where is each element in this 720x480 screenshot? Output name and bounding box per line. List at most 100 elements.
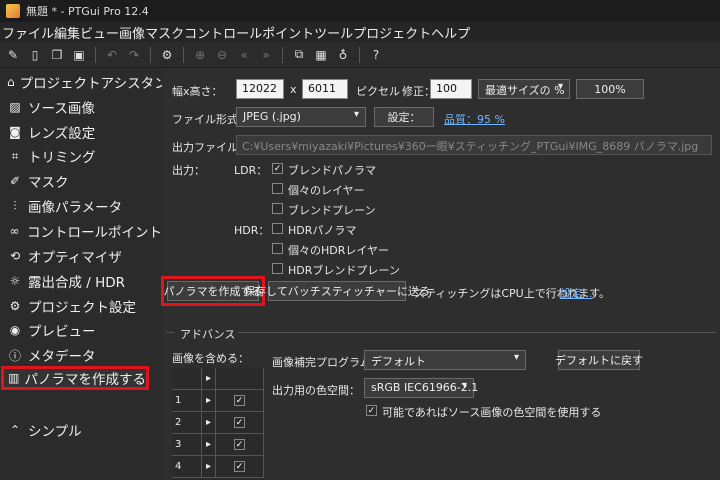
size-label: 幅x高さ： bbox=[172, 85, 223, 98]
sidebar-item-project-assistant[interactable]: ⌂ プロジェクトアシスタント bbox=[0, 70, 181, 94]
menu-view[interactable]: ビュー bbox=[80, 23, 119, 42]
sidebar-item-exposure-hdr[interactable]: ☼ 露出合成 / HDR bbox=[0, 269, 162, 293]
sidebar-item-project-settings[interactable]: ⚙ プロジェクト設定 bbox=[0, 294, 162, 318]
copy-icon[interactable]: ❐ bbox=[48, 46, 66, 64]
advanced-title: アドバンス bbox=[180, 328, 236, 341]
table-row-check[interactable]: ✓ bbox=[216, 434, 264, 456]
ldr-layers-checkbox[interactable] bbox=[272, 183, 283, 194]
rewind-icon[interactable]: « bbox=[235, 46, 253, 64]
hdr-layers-label: 個々のHDRレイヤー bbox=[288, 244, 390, 257]
hdr-blend-planes-checkbox[interactable] bbox=[272, 263, 283, 274]
menu-image[interactable]: 画像 bbox=[119, 23, 145, 42]
bulb-icon[interactable]: ♁ bbox=[334, 46, 352, 64]
redo-icon[interactable]: ↷ bbox=[125, 46, 143, 64]
new-project-icon[interactable]: ✎ bbox=[4, 46, 22, 64]
batch-stitcher-button[interactable]: 保存してバッチスティッチャーに送る bbox=[244, 281, 430, 301]
save-icon[interactable]: ▣ bbox=[70, 46, 88, 64]
toolbar-separator bbox=[282, 46, 283, 63]
colorspace-select[interactable]: sRGB IEC61966-2.1 ▾ bbox=[364, 378, 478, 398]
sidebar-item-control-points[interactable]: ∞ コントロールポイント bbox=[0, 219, 163, 243]
interpolator-select[interactable]: デフォルト ▾ bbox=[364, 350, 526, 370]
include-image-3-checkbox[interactable]: ✓ bbox=[234, 439, 245, 450]
sidebar-item-preview[interactable]: ◉ プレビュー bbox=[0, 318, 162, 342]
open-project-icon[interactable]: ▯ bbox=[26, 46, 44, 64]
modify-input[interactable]: 100 bbox=[430, 79, 472, 99]
sidebar-simple-toggle[interactable]: ⌃ シンプル bbox=[0, 418, 162, 442]
menu-edit[interactable]: 編集 bbox=[54, 23, 80, 42]
image-icon: ▨ bbox=[9, 100, 21, 114]
use-source-colorspace-checkbox[interactable]: ✓ bbox=[366, 405, 377, 416]
percent-100-button[interactable]: 100% bbox=[576, 79, 644, 99]
reset-default-button[interactable]: デフォルトに戻す bbox=[555, 350, 643, 370]
size-preset-select[interactable]: 最適サイズの % ▾ bbox=[478, 79, 570, 99]
menu-file[interactable]: ファイル bbox=[2, 23, 54, 42]
include-image-1-checkbox[interactable]: ✓ bbox=[234, 395, 245, 406]
sidebar-item-lens-settings[interactable]: ◙ レンズ設定 bbox=[0, 120, 162, 144]
table-row-number: 2 bbox=[172, 412, 202, 434]
help-icon[interactable]: ? bbox=[367, 46, 385, 64]
include-image-2-checkbox[interactable]: ✓ bbox=[234, 417, 245, 428]
menu-help[interactable]: ヘルプ bbox=[431, 23, 470, 42]
window-title: 無題 * - PTGui Pro 12.4 bbox=[26, 5, 149, 18]
table-row-check[interactable]: ✓ bbox=[216, 390, 264, 412]
table-row-number: 4 bbox=[172, 456, 202, 478]
colorspace-label: 出力用の色空間： bbox=[272, 384, 360, 397]
include-image-4-checkbox[interactable]: ✓ bbox=[234, 461, 245, 472]
optimizer-icon: ⟲ bbox=[9, 249, 21, 263]
sidebar-item-optimizer[interactable]: ⟲ オプティマイザ bbox=[0, 244, 162, 268]
play-icon[interactable]: ▸ bbox=[202, 434, 216, 456]
toolbar-separator bbox=[359, 46, 360, 63]
menu-control-points[interactable]: コントロールポイント bbox=[184, 23, 314, 42]
quality-link[interactable]: 品質：95 % bbox=[444, 111, 505, 127]
stitch-settings-link[interactable]: 設定... bbox=[560, 285, 593, 301]
settings-icon[interactable]: ⚙ bbox=[158, 46, 176, 64]
app-logo-icon bbox=[6, 4, 20, 18]
play-icon[interactable]: ▸ bbox=[202, 390, 216, 412]
play-icon[interactable]: ▸ bbox=[202, 456, 216, 478]
panorama-icon: ▥ bbox=[8, 371, 20, 385]
sidebar-item-create-panorama[interactable]: ▥ パノラマを作成する bbox=[1, 366, 149, 390]
menu-tools[interactable]: ツール bbox=[314, 23, 353, 42]
table-row-check[interactable]: ✓ bbox=[216, 456, 264, 478]
chevron-down-icon: ▾ bbox=[461, 380, 467, 391]
sun-icon: ☼ bbox=[9, 274, 21, 288]
table-icon[interactable]: ▦ bbox=[312, 46, 330, 64]
panorama-editor-icon[interactable]: ⧉ bbox=[290, 46, 308, 64]
width-input[interactable]: 12022 bbox=[236, 79, 284, 99]
format-settings-button[interactable]: 設定： bbox=[374, 107, 434, 127]
control-points-icon: ∞ bbox=[9, 224, 20, 238]
ldr-layers-label: 個々のレイヤー bbox=[288, 184, 365, 197]
table-header-corner bbox=[172, 368, 202, 390]
hdr-panorama-label: HDRパノラマ bbox=[288, 224, 357, 237]
section-divider bbox=[166, 332, 174, 333]
sidebar-item-mask[interactable]: ✐ マスク bbox=[0, 169, 162, 193]
play-icon[interactable]: ▸ bbox=[202, 368, 216, 390]
hdr-layers-checkbox[interactable] bbox=[272, 243, 283, 254]
title-bar: 無題 * - PTGui Pro 12.4 bbox=[0, 0, 720, 22]
table-row-number: 3 bbox=[172, 434, 202, 456]
undo-icon[interactable]: ↶ bbox=[103, 46, 121, 64]
menu-project[interactable]: プロジェクト bbox=[353, 23, 431, 42]
table-row-check[interactable]: ✓ bbox=[216, 412, 264, 434]
sidebar-item-image-parameters[interactable]: ⫶ 画像パラメータ bbox=[0, 194, 162, 218]
forward-icon[interactable]: » bbox=[257, 46, 275, 64]
menu-mask[interactable]: マスク bbox=[145, 23, 184, 42]
include-images-table: ▸ 1 ▸ ✓ 2 ▸ ✓ 3 ▸ ✓ 4 ▸ ✓ bbox=[172, 368, 264, 480]
zoom-out-icon[interactable]: ⊖ bbox=[213, 46, 231, 64]
toolbar-separator bbox=[150, 46, 151, 63]
section-divider bbox=[238, 332, 716, 333]
sidebar-item-metadata[interactable]: ⓘ メタデータ bbox=[0, 343, 162, 367]
format-select[interactable]: JPEG (.jpg) ▾ bbox=[236, 107, 366, 127]
crop-icon: ⌗ bbox=[11, 148, 19, 163]
play-icon[interactable]: ▸ bbox=[202, 412, 216, 434]
hdr-panorama-checkbox[interactable] bbox=[272, 223, 283, 234]
zoom-in-icon[interactable]: ⊕ bbox=[191, 46, 209, 64]
hdr-blend-planes-label: HDRブレンドプレーン bbox=[288, 264, 400, 277]
ldr-blend-planes-checkbox[interactable] bbox=[272, 203, 283, 214]
ldr-blend-panorama-checkbox[interactable]: ✓ bbox=[272, 163, 283, 174]
sidebar-item-source-images[interactable]: ▨ ソース画像 bbox=[0, 95, 162, 119]
sidebar: ⌂ プロジェクトアシスタント ▨ ソース画像 ◙ レンズ設定 ⌗ トリミング ✐ マスク … bbox=[0, 68, 181, 480]
output-file-input[interactable]: C:¥Users¥miyazaki¥Pictures¥360一眼¥スティッチング… bbox=[236, 135, 712, 155]
sidebar-item-crop[interactable]: ⌗ トリミング bbox=[0, 144, 162, 168]
height-input[interactable]: 6011 bbox=[302, 79, 348, 99]
